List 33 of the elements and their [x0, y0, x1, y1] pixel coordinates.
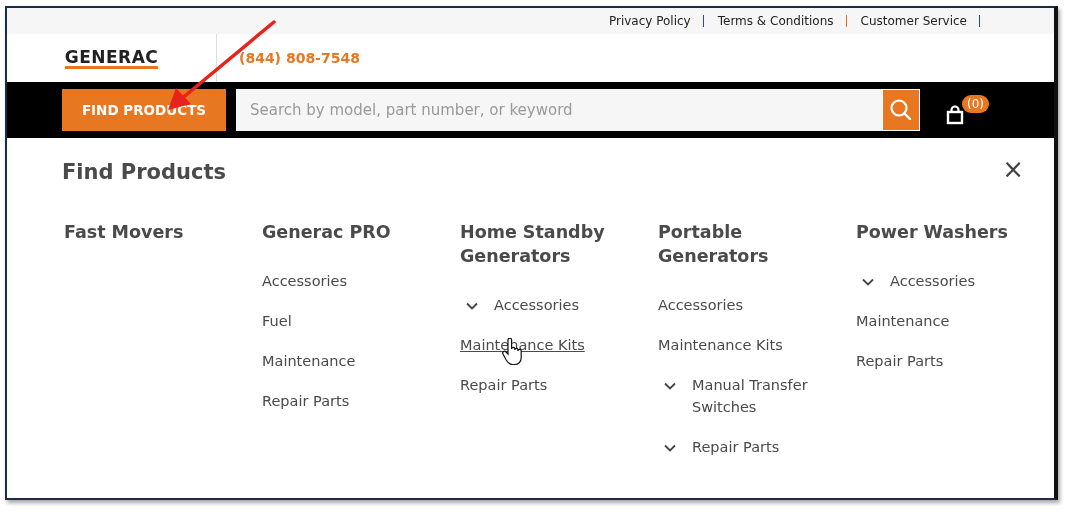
menu-link[interactable]: Accessories	[262, 270, 347, 292]
menu-link[interactable]: Accessories	[658, 294, 743, 316]
menu-link[interactable]: Maintenance Kits	[658, 334, 783, 356]
top-link[interactable]: Privacy Policy	[608, 14, 691, 28]
menu-title: Find Products	[62, 160, 226, 184]
menu-link[interactable]: Maintenance	[262, 350, 356, 372]
chevron-down-icon[interactable]	[664, 382, 676, 390]
menu-link[interactable]: Manual Transfer Switches	[692, 374, 822, 418]
menu-link[interactable]: Fuel	[262, 310, 292, 332]
menu-link[interactable]: Repair Parts	[856, 350, 944, 372]
shopping-bag-icon[interactable]	[946, 105, 964, 125]
menu-link[interactable]: Repair Parts	[692, 436, 780, 458]
menu-link[interactable]: Accessories	[890, 270, 975, 292]
menu-link[interactable]: Maintenance	[856, 310, 950, 332]
category-heading[interactable]: Generac PRO	[260, 220, 432, 244]
search-icon	[889, 98, 913, 122]
top-link[interactable]: Terms & Conditions	[717, 14, 834, 28]
category-heading[interactable]: Fast Movers	[62, 220, 234, 244]
logo[interactable]: GENERAC	[64, 47, 159, 69]
category-heading[interactable]: Power Washers	[854, 220, 1026, 244]
category-heading[interactable]: Home Standby Generators	[458, 220, 630, 268]
cart-count-badge: (0)	[962, 95, 989, 113]
menu-link[interactable]: Repair Parts	[460, 374, 548, 396]
chevron-down-icon[interactable]	[664, 444, 676, 452]
chevron-down-icon[interactable]	[862, 278, 874, 286]
search-button[interactable]	[882, 89, 920, 131]
menu-link[interactable]: Repair Parts	[262, 390, 350, 412]
top-link[interactable]: Customer Service	[860, 14, 967, 28]
chevron-down-icon[interactable]	[466, 302, 478, 310]
menu-link[interactable]: Accessories	[494, 294, 579, 316]
category-heading[interactable]: Portable Generators	[656, 220, 828, 268]
close-button[interactable]: ×	[1002, 156, 1024, 182]
search-field[interactable]: Search by model, part number, or keyword	[236, 89, 882, 131]
